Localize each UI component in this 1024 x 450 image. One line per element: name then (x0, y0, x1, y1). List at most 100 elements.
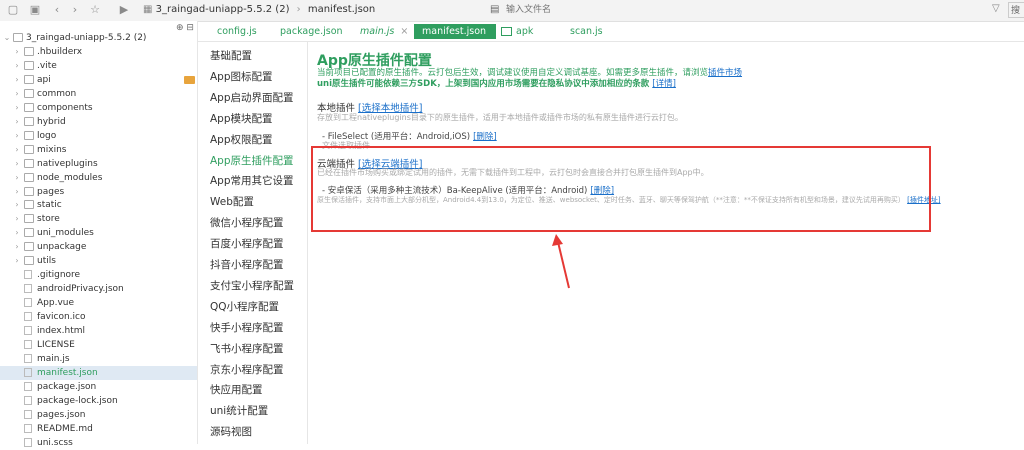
chevron-right-icon: › (15, 256, 19, 266)
chevron-right-icon: › (15, 186, 19, 196)
save-icon[interactable]: ▣ (28, 3, 42, 17)
settings-nav-item[interactable]: App原生插件配置 (210, 153, 294, 168)
folder-icon (24, 214, 34, 224)
settings-nav-item[interactable]: 抖音小程序配置 (210, 257, 284, 272)
tree-folder[interactable]: › hybrid (0, 115, 197, 129)
tree-item-label: uni.scss (37, 437, 73, 448)
chevron-right-icon: › (15, 144, 19, 154)
file-search-input[interactable] (490, 3, 806, 17)
settings-nav-item[interactable]: 基础配置 (210, 48, 252, 63)
filter-icon[interactable]: ▽ (992, 3, 1000, 14)
settings-nav-item[interactable]: Web配置 (210, 194, 254, 209)
tree-root[interactable]: ⌄ 3_raingad-uniapp-5.5.2 (2) (0, 31, 197, 45)
tab-label: scan.js (570, 26, 603, 37)
tab-config-js[interactable]: config.js (217, 24, 257, 39)
settings-nav-item[interactable]: App权限配置 (210, 132, 273, 147)
tree-folder[interactable]: › .vite (0, 59, 197, 73)
tree-folder[interactable]: › static (0, 198, 197, 212)
tab-label: manifest.json (422, 26, 487, 37)
tree-item-label: androidPrivacy.json (37, 284, 124, 295)
tree-file[interactable]: README.md (0, 422, 197, 436)
settings-nav-item[interactable]: 微信小程序配置 (210, 215, 284, 230)
settings-nav-item[interactable]: 京东小程序配置 (210, 362, 284, 377)
privacy-note: uni原生插件可能依赖三方SDK，上架到国内应用市场需要在隐私协议中添加相应的条… (317, 77, 676, 89)
tree-file[interactable]: main.js (0, 352, 197, 366)
tab-manifest-json[interactable]: manifest.json (414, 24, 497, 39)
settings-nav-item[interactable]: 快应用配置 (210, 382, 263, 397)
run-icon[interactable]: ▶ (117, 3, 131, 17)
tree-file[interactable]: favicon.ico (0, 310, 197, 324)
tree-item-label: LICENSE (37, 339, 75, 350)
tree-item-label: store (37, 214, 60, 225)
breadcrumb-file[interactable]: manifest.json (308, 4, 375, 15)
tab-package-json[interactable]: package.json (280, 24, 343, 39)
tab-close-icon[interactable]: × (400, 26, 408, 37)
settings-nav-item[interactable]: 快手小程序配置 (210, 320, 284, 335)
tree-file[interactable]: package-lock.json (0, 394, 197, 408)
annotation-arrow-icon (552, 234, 570, 289)
file-icon (24, 409, 32, 419)
file-icon (24, 312, 32, 322)
delete-plugin-link[interactable]: [删除] (473, 132, 497, 142)
tree-folder[interactable]: › common (0, 87, 197, 101)
tab-main-js[interactable]: main.js × (360, 24, 408, 39)
file-search: ▤ (490, 3, 1000, 17)
settings-nav-item[interactable]: uni统计配置 (210, 403, 268, 418)
tree-folder[interactable]: › logo (0, 129, 197, 143)
tab-apk[interactable]: apk (501, 24, 533, 39)
tree-folder[interactable]: › utils (0, 254, 197, 268)
search-box[interactable]: 搜 (1008, 2, 1024, 18)
tree-folder[interactable]: › mixins (0, 143, 197, 157)
project-explorer: ⊕ ⊟ ⌄ 3_raingad-uniapp-5.5.2 (2) › .hbuil… (0, 21, 198, 448)
tree-item-label: main.js (37, 353, 70, 364)
tree-item-label: .hbuilderx (37, 47, 83, 57)
forward-icon[interactable]: › (68, 3, 82, 17)
tree-folder[interactable]: › components (0, 101, 197, 115)
file-icon (24, 270, 32, 280)
settings-nav-item[interactable]: QQ小程序配置 (210, 299, 279, 314)
plugin-market-link[interactable]: 插件市场 (708, 68, 742, 78)
tree-folder[interactable]: › unpackage (0, 240, 197, 254)
settings-nav-item[interactable]: App图标配置 (210, 69, 273, 84)
tree-file[interactable]: pages.json (0, 408, 197, 422)
back-icon[interactable]: ‹ (50, 3, 64, 17)
tree-file[interactable]: androidPrivacy.json (0, 282, 197, 296)
tree-item-label: favicon.ico (37, 312, 86, 323)
tree-folder[interactable]: › api (0, 73, 197, 87)
open-folder-icon[interactable] (184, 75, 195, 84)
tree-file[interactable]: index.html (0, 324, 197, 338)
settings-nav-item[interactable]: 飞书小程序配置 (210, 341, 284, 356)
file-icon (24, 367, 32, 377)
tree-item-label: manifest.json (37, 367, 98, 378)
folder-icon (24, 130, 34, 140)
details-link[interactable]: [详情] (652, 79, 676, 89)
tree-folder[interactable]: › uni_modules (0, 226, 197, 240)
settings-nav-item[interactable]: 百度小程序配置 (210, 236, 284, 251)
settings-nav-item[interactable]: App启动界面配置 (210, 90, 294, 105)
tree-file[interactable]: uni.scss (0, 436, 197, 450)
new-file-icon[interactable]: ▢ (6, 3, 20, 17)
tree-folder[interactable]: › node_modules (0, 171, 197, 185)
tree-file[interactable]: manifest.json (0, 365, 197, 380)
tab-scan-js[interactable]: scan.js (570, 24, 603, 39)
tree-item-label: pages.json (37, 409, 86, 420)
breadcrumb-project[interactable]: 3_raingad-uniapp-5.5.2 (2) (156, 4, 290, 15)
tree-folder[interactable]: › .hbuilderx (0, 45, 197, 59)
tree-folder[interactable]: › pages (0, 185, 197, 199)
tree-file[interactable]: LICENSE (0, 338, 197, 352)
settings-nav-item[interactable]: 支付宝小程序配置 (210, 278, 294, 293)
settings-nav-item[interactable]: 源码视图 (210, 424, 252, 439)
settings-nav-item[interactable]: App模块配置 (210, 111, 273, 126)
privacy-text: uni原生插件可能依赖三方SDK，上架到国内应用市场需要在隐私协议中添加相应的条… (317, 79, 650, 89)
tree-item-label: package-lock.json (37, 395, 118, 406)
tree-file[interactable]: .gitignore (0, 268, 197, 282)
tree-folder[interactable]: › nativeplugins (0, 157, 197, 171)
chevron-right-icon: › (15, 200, 19, 210)
tree-file[interactable]: App.vue (0, 296, 197, 310)
tree-item-label: unpackage (37, 242, 87, 253)
chevron-right-icon: › (15, 228, 19, 238)
tree-folder[interactable]: › store (0, 212, 197, 226)
settings-nav-item[interactable]: App常用其它设置 (210, 173, 294, 188)
tree-file[interactable]: package.json (0, 380, 197, 394)
star-icon[interactable]: ☆ (88, 3, 102, 17)
